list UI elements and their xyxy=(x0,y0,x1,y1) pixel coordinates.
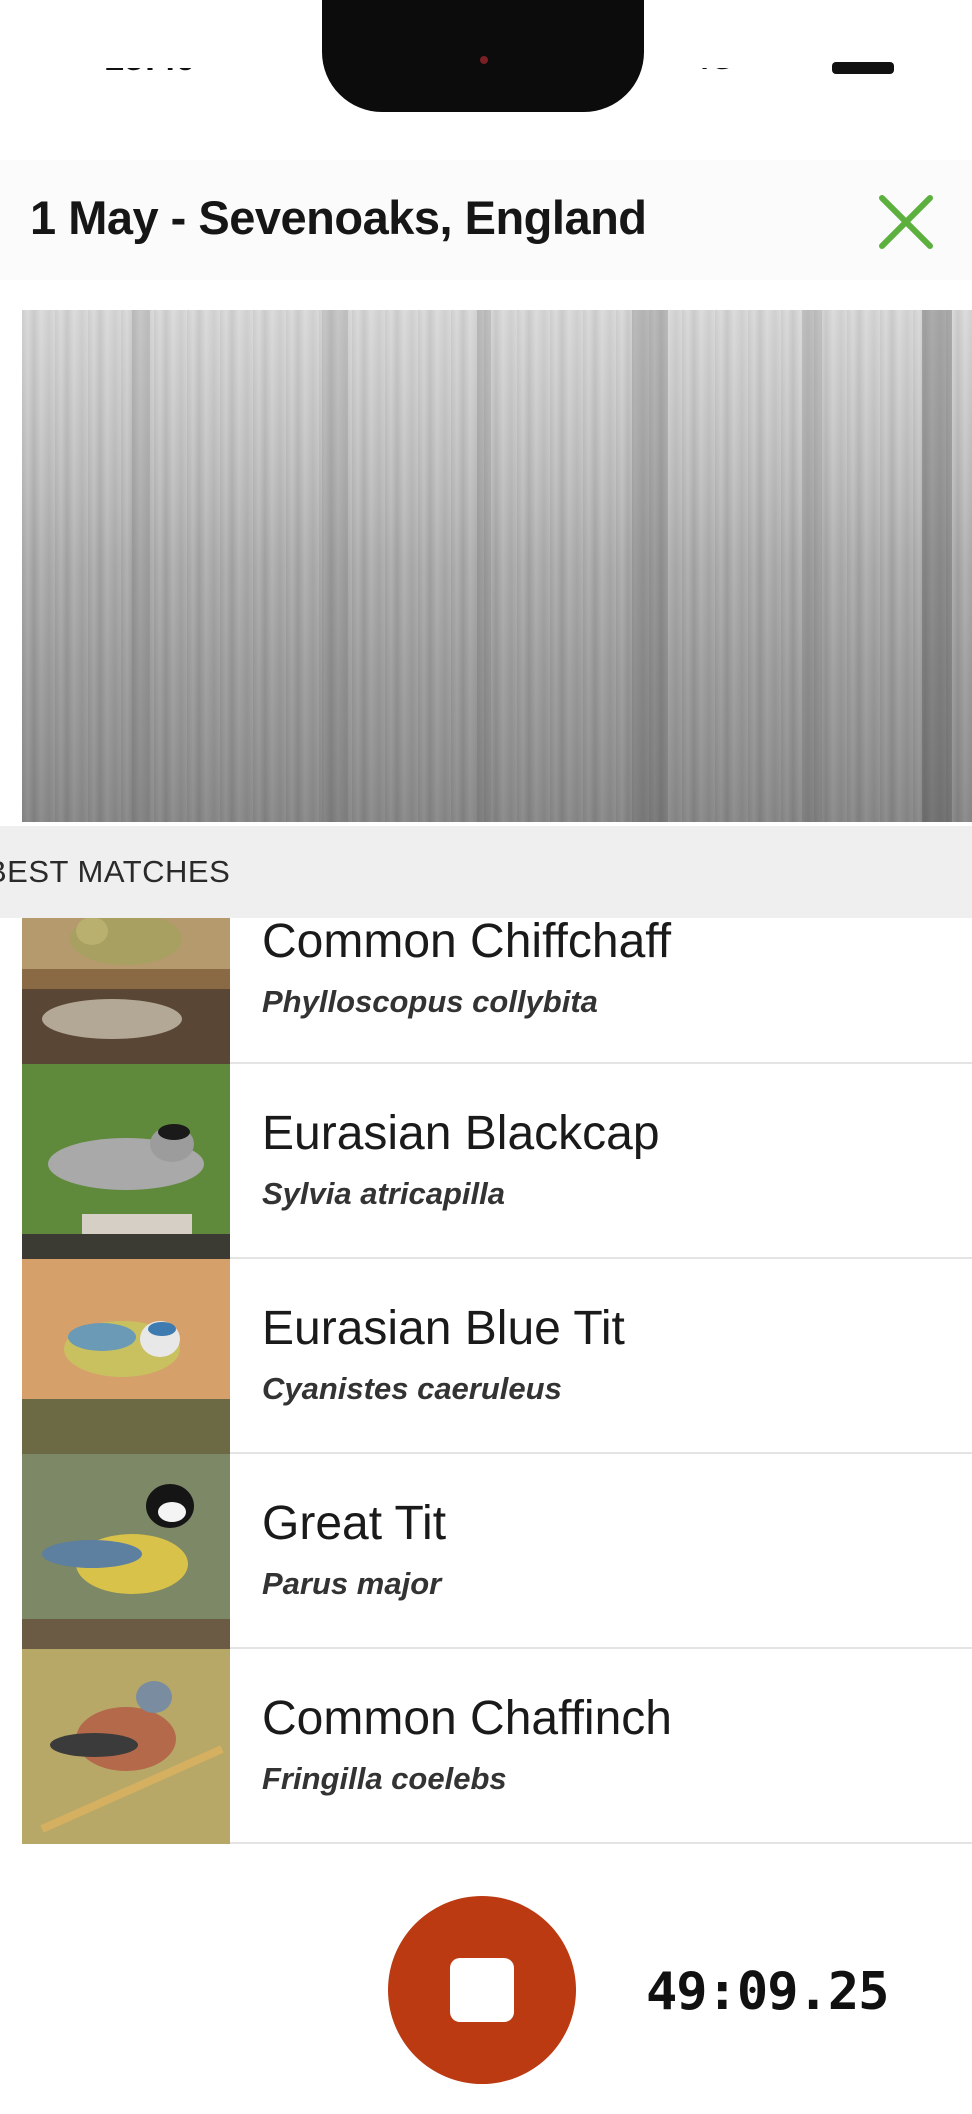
recording-header: 1 May - Sevenoaks, England xyxy=(0,160,972,280)
recording-title: 1 May - Sevenoaks, England xyxy=(30,191,647,244)
spectrogram xyxy=(22,310,972,822)
scientific-name: Parus major xyxy=(262,1566,442,1601)
section-label: BEST MATCHES xyxy=(0,854,231,889)
scientific-name: Cyanistes caeruleus xyxy=(262,1371,562,1406)
list-item[interactable]: Eurasian Blue Tit Cyanistes caeruleus xyxy=(0,1259,972,1454)
common-name: Eurasian Blue Tit xyxy=(262,1302,625,1355)
network-indicator: 4G xyxy=(692,40,735,76)
spectrogram-image xyxy=(22,310,972,822)
list-item[interactable]: Great Tit Parus major xyxy=(0,1454,972,1649)
best-matches-header: BEST MATCHES xyxy=(0,826,972,918)
common-name: Eurasian Blackcap xyxy=(262,1107,660,1160)
common-name: Great Tit xyxy=(262,1497,447,1550)
list-item[interactable]: Common Chiffchaff Phylloscopus collybita xyxy=(0,915,972,1064)
common-name: Common Chaffinch xyxy=(262,1692,672,1745)
status-bar: 15:49 4G xyxy=(0,0,972,118)
common-name: Common Chiffchaff xyxy=(262,915,672,968)
scientific-name: Fringilla coelebs xyxy=(262,1761,507,1796)
scientific-name: Phylloscopus collybita xyxy=(262,984,598,1019)
stop-icon xyxy=(450,1958,514,2022)
elapsed-time: 49:09.25 xyxy=(646,1962,889,2022)
great-tit-photo xyxy=(22,1454,230,1649)
divider xyxy=(230,1842,972,1844)
chaffinch-photo xyxy=(22,1649,230,1844)
close-icon xyxy=(879,195,933,249)
stop-recording-button[interactable] xyxy=(388,1896,576,2084)
list-item[interactable]: Common Chaffinch Fringilla coelebs xyxy=(0,1649,972,1844)
scientific-name: Sylvia atricapilla xyxy=(262,1176,505,1211)
blackcap-photo xyxy=(22,1064,230,1259)
camera-dot xyxy=(480,56,488,64)
dynamic-island xyxy=(322,0,644,112)
blue-tit-photo xyxy=(22,1259,230,1454)
close-button[interactable] xyxy=(866,186,946,266)
chiffchaff-photo xyxy=(22,918,230,1064)
list-item[interactable]: Eurasian Blackcap Sylvia atricapilla xyxy=(0,1064,972,1259)
match-list: Common Chiffchaff Phylloscopus collybita… xyxy=(0,915,972,1844)
battery-icon xyxy=(832,62,894,74)
status-time: 15:49 xyxy=(104,37,197,78)
